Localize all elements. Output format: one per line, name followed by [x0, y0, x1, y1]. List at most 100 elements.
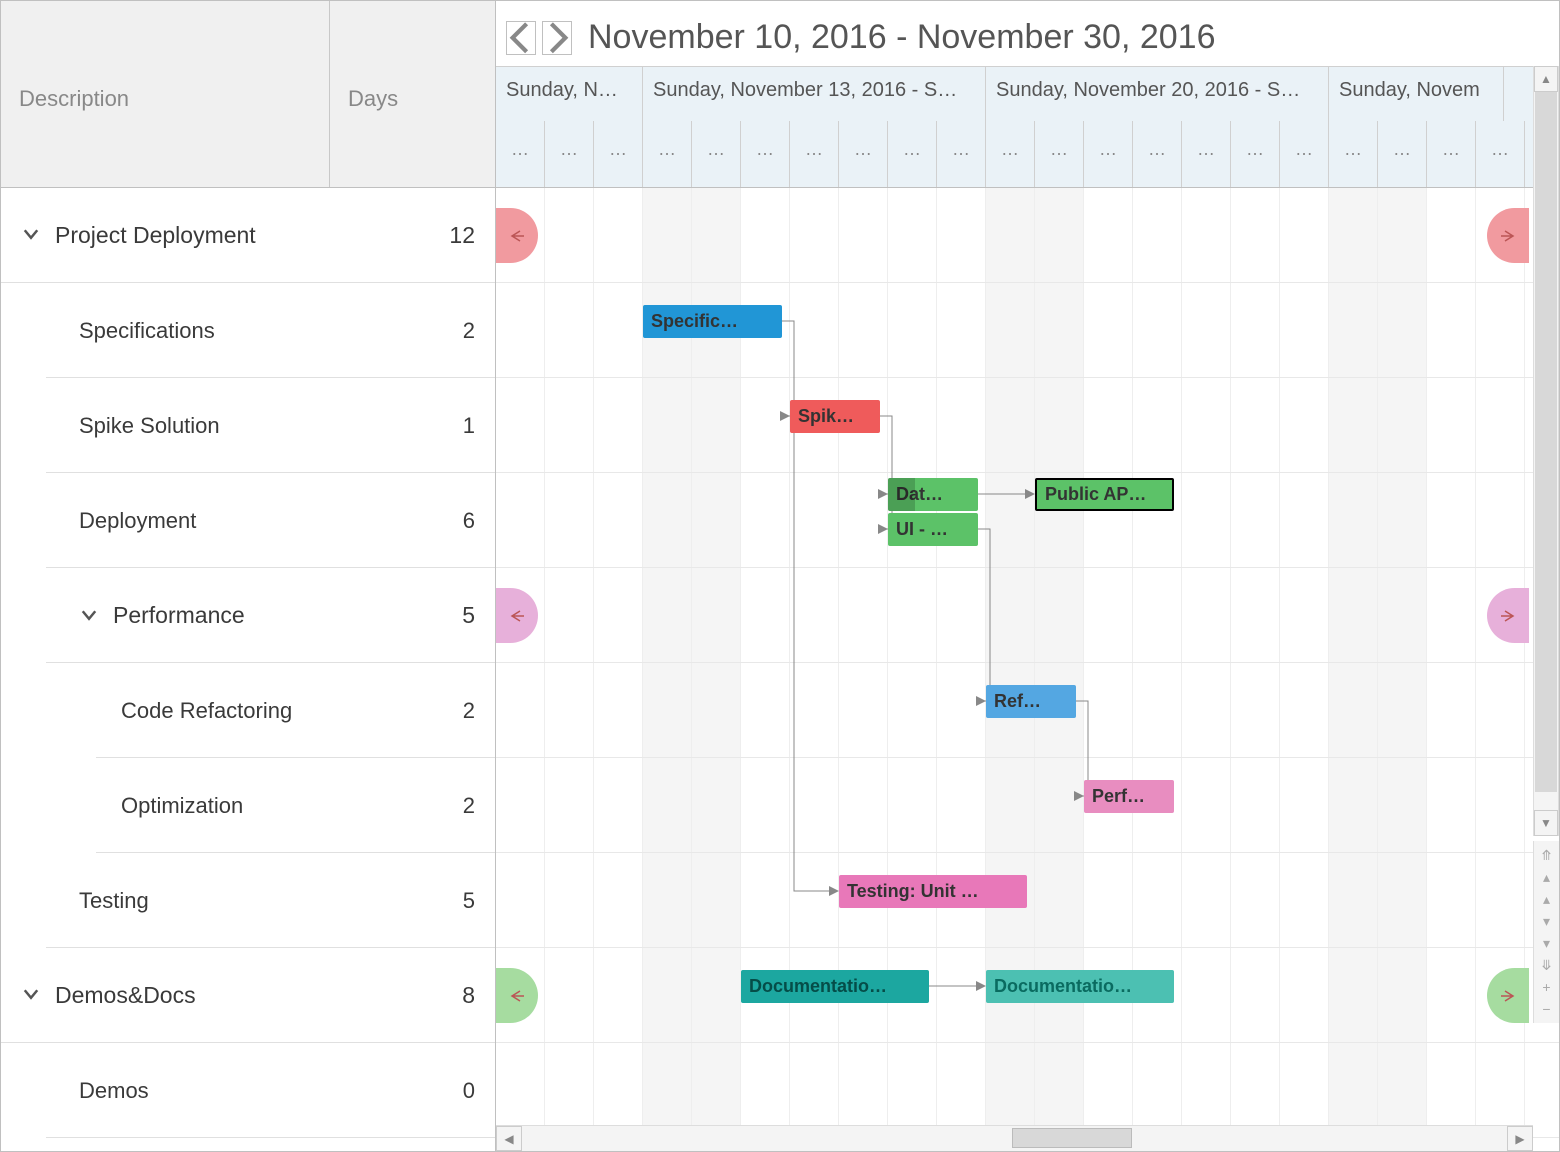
week-header-row: Sunday, N…Sunday, November 13, 2016 - S…… — [496, 66, 1559, 121]
chevron-down-icon[interactable] — [21, 983, 45, 1007]
scroll-down-button[interactable]: ▼ — [1534, 810, 1558, 836]
task-label: Performance — [113, 602, 435, 629]
task-days: 5 — [435, 602, 475, 629]
task-tree-panel: Description Days Project Deployment12Spe… — [1, 1, 496, 1151]
task-bar-ui[interactable]: UI - … — [888, 513, 978, 546]
tree-row[interactable]: Deployment6 — [1, 473, 495, 568]
task-days: 8 — [435, 982, 475, 1009]
hscroll-thumb[interactable] — [1012, 1128, 1132, 1148]
tree-row[interactable]: Demos0 — [1, 1043, 495, 1138]
scroll-left-button[interactable]: ◀ — [496, 1126, 522, 1151]
vscroll-thumb[interactable] — [1535, 92, 1557, 792]
tree-row[interactable]: Spike Solution1 — [1, 378, 495, 473]
summary-marker[interactable] — [496, 588, 538, 643]
summary-marker[interactable] — [496, 968, 538, 1023]
zoom-out-icon[interactable]: − — [1538, 1001, 1556, 1017]
prev-button[interactable] — [506, 21, 536, 55]
next-button[interactable] — [542, 21, 572, 55]
tree-row[interactable]: Performance5 — [1, 568, 495, 663]
hscroll-track[interactable] — [522, 1126, 1507, 1151]
gantt-panel: November 10, 2016 - November 30, 2016 Su… — [496, 1, 1559, 1151]
summary-marker[interactable] — [496, 208, 538, 263]
day-header-cell: … — [545, 121, 594, 187]
arrow-left-icon — [508, 229, 526, 243]
day-header-cell: … — [741, 121, 790, 187]
arrow-left-icon — [508, 609, 526, 623]
tree-row[interactable]: Code Refactoring2 — [1, 663, 495, 758]
chevron-down-icon[interactable] — [21, 223, 45, 247]
tree-body: Project Deployment12Specifications2Spike… — [1, 188, 495, 1151]
summary-marker[interactable] — [1487, 968, 1529, 1023]
task-bar-data[interactable]: Dat… — [888, 478, 978, 511]
column-header-description[interactable]: Description — [1, 1, 330, 187]
task-bar-perf[interactable]: Perf… — [1084, 780, 1174, 813]
day-header-cell: … — [1182, 121, 1231, 187]
zoom-up-icon[interactable]: ▴ — [1538, 869, 1556, 885]
task-label: Demos — [79, 1078, 435, 1104]
task-bars-layer: Specific… Spik… Dat…UI - … Public AP… Ref… Pe… — [496, 188, 1559, 1151]
day-header-cell: … — [643, 121, 692, 187]
zoom-expand-all-icon[interactable]: ⤋ — [1538, 957, 1556, 973]
task-label: Deployment — [79, 508, 435, 534]
zoom-step-down-icon[interactable]: ▾ — [1538, 913, 1556, 929]
task-days: 2 — [435, 698, 475, 724]
gantt-body[interactable]: Specific… Spik… Dat…UI - … Public AP… Ref… Pe… — [496, 188, 1559, 1151]
arrow-right-icon — [1499, 609, 1517, 623]
vertical-scrollbar[interactable]: ▲ ▼ — [1533, 66, 1559, 836]
day-header-cell: … — [937, 121, 986, 187]
tree-row[interactable]: Testing5 — [1, 853, 495, 948]
chevron-right-icon — [543, 21, 571, 55]
zoom-step-up-icon[interactable]: ▴ — [1538, 891, 1556, 907]
task-bar-spec[interactable]: Specific… — [643, 305, 782, 338]
task-days: 12 — [435, 222, 475, 249]
tree-row[interactable]: Project Deployment12 — [1, 188, 495, 283]
task-days: 0 — [435, 1078, 475, 1104]
day-header-cell: … — [1133, 121, 1182, 187]
arrow-left-icon — [508, 989, 526, 1003]
day-header-row: ……………………………………………………… — [496, 121, 1559, 187]
day-header-cell: … — [1231, 121, 1280, 187]
horizontal-scrollbar[interactable]: ◀ ▶ — [496, 1125, 1533, 1151]
day-header-cell: … — [1035, 121, 1084, 187]
scroll-right-button[interactable]: ▶ — [1507, 1126, 1533, 1151]
day-header-cell: … — [594, 121, 643, 187]
task-label: Code Refactoring — [121, 698, 435, 724]
chevron-left-icon — [507, 21, 535, 55]
task-bar-api[interactable]: Public AP… — [1035, 478, 1174, 511]
task-bar-spike[interactable]: Spik… — [790, 400, 880, 433]
week-header-cell: Sunday, N… — [496, 67, 643, 121]
arrow-right-icon — [1499, 229, 1517, 243]
task-bar-doc2[interactable]: Documentatio… — [986, 970, 1174, 1003]
task-bar-test[interactable]: Testing: Unit … — [839, 875, 1027, 908]
date-range-title: November 10, 2016 - November 30, 2016 — [588, 18, 1215, 57]
day-header-cell: … — [1476, 121, 1525, 187]
gantt-header: November 10, 2016 - November 30, 2016 Su… — [496, 1, 1559, 188]
chevron-down-icon[interactable] — [79, 604, 103, 628]
day-header-cell: … — [1084, 121, 1133, 187]
task-days: 2 — [435, 793, 475, 819]
task-days: 1 — [435, 413, 475, 439]
zoom-in-icon[interactable]: + — [1538, 979, 1556, 995]
tree-row[interactable]: Specifications2 — [1, 283, 495, 378]
week-header-cell: Sunday, November 13, 2016 - S… — [643, 67, 986, 121]
day-header-cell: … — [790, 121, 839, 187]
task-label: Demos&Docs — [55, 982, 435, 1009]
scroll-up-button[interactable]: ▲ — [1534, 66, 1558, 92]
day-header-cell: … — [1378, 121, 1427, 187]
tree-row[interactable]: Demos&Docs8 — [1, 948, 495, 1043]
week-header-cell: Sunday, Novem — [1329, 67, 1504, 121]
task-bar-doc1[interactable]: Documentatio… — [741, 970, 929, 1003]
task-label: Project Deployment — [55, 222, 435, 249]
week-header-cell: Sunday, November 20, 2016 - S… — [986, 67, 1329, 121]
column-header-days[interactable]: Days — [330, 1, 495, 187]
day-header-cell: … — [1280, 121, 1329, 187]
zoom-collapse-all-icon[interactable]: ⤊ — [1538, 847, 1556, 863]
tree-row[interactable]: Optimization2 — [1, 758, 495, 853]
summary-marker[interactable] — [1487, 588, 1529, 643]
task-bar-ref[interactable]: Ref… — [986, 685, 1076, 718]
zoom-down-icon[interactable]: ▾ — [1538, 935, 1556, 951]
task-label: Specifications — [79, 318, 435, 344]
task-days: 5 — [435, 888, 475, 914]
summary-marker[interactable] — [1487, 208, 1529, 263]
day-header-cell: … — [692, 121, 741, 187]
